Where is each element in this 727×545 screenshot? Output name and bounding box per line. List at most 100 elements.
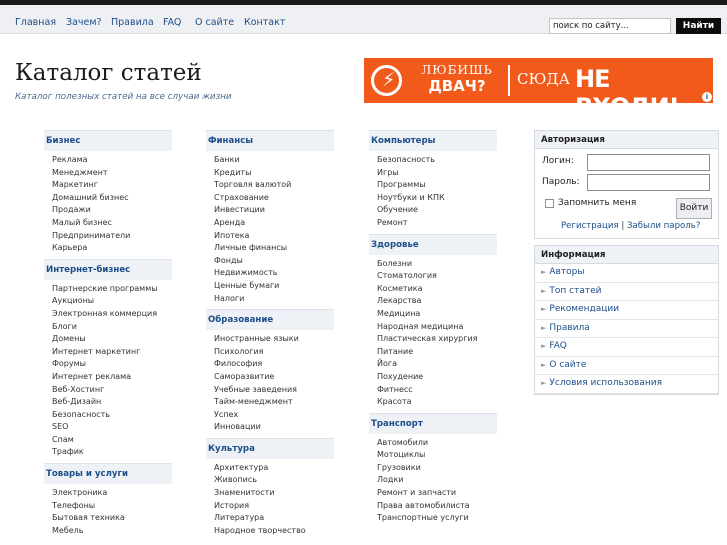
category-item[interactable]: Безопасность <box>52 409 172 422</box>
category-item[interactable]: Маркетинг <box>52 179 172 192</box>
category-item[interactable]: Программы <box>377 179 497 192</box>
category-item[interactable]: Форумы <box>52 358 172 371</box>
category-item[interactable]: Психология <box>214 346 334 359</box>
category-heading[interactable]: Компьютеры <box>369 130 497 151</box>
category-item[interactable]: Инновации <box>214 421 334 434</box>
info-item[interactable]: ► Рекомендации <box>535 301 718 320</box>
category-item[interactable]: Иностранные языки <box>214 333 334 346</box>
category-item[interactable]: Личные финансы <box>214 242 334 255</box>
category-item[interactable]: Лодки <box>377 474 497 487</box>
category-item[interactable]: Обучение <box>377 204 497 217</box>
category-item[interactable]: Веб-Дизайн <box>52 396 172 409</box>
nav-why-link[interactable]: Зачем? <box>66 17 102 28</box>
category-item[interactable]: Автомобили <box>377 437 497 450</box>
category-item[interactable]: Фитнесс <box>377 384 497 397</box>
category-item[interactable]: Игры <box>377 167 497 180</box>
category-item[interactable]: История <box>214 500 334 513</box>
category-item[interactable]: Налоги <box>214 293 334 306</box>
nav-about-link[interactable]: О сайте <box>195 17 234 28</box>
category-item[interactable]: Йога <box>377 358 497 371</box>
category-item[interactable]: Транспортные услуги <box>377 512 497 525</box>
category-item[interactable]: Медицина <box>377 308 497 321</box>
category-item[interactable]: Косметика <box>377 283 497 296</box>
category-item[interactable]: Народная медицина <box>377 321 497 334</box>
category-item[interactable]: Менеджмент <box>52 167 172 180</box>
forgot-password-link[interactable]: Забыли пароль? <box>627 221 700 231</box>
category-item[interactable]: Архитектура <box>214 462 334 475</box>
category-item[interactable]: Аренда <box>214 217 334 230</box>
category-heading[interactable]: Финансы <box>206 130 334 151</box>
category-item[interactable]: Ценные бумаги <box>214 280 334 293</box>
category-item[interactable]: Лекарства <box>377 295 497 308</box>
nav-faq-link[interactable]: FAQ <box>163 17 181 28</box>
nav-rules-link[interactable]: Правила <box>111 17 154 28</box>
nav-home-link[interactable]: Главная <box>15 17 56 28</box>
category-item[interactable]: Красота <box>377 396 497 409</box>
category-item[interactable]: Фонды <box>214 255 334 268</box>
info-item[interactable]: ► FAQ <box>535 338 718 357</box>
password-field[interactable] <box>587 174 710 191</box>
category-item[interactable]: Малый бизнес <box>52 217 172 230</box>
category-item[interactable]: Учебные заведения <box>214 384 334 397</box>
category-item[interactable]: Продажи <box>52 204 172 217</box>
ad-banner[interactable]: ⚡ ЛЮБИШЬ ДВАЧ? СЮДА НЕ ВХОДИ! i <box>364 58 713 103</box>
category-item[interactable]: Мотоциклы <box>377 449 497 462</box>
search-input[interactable]: поиск по сайту... <box>549 18 671 34</box>
ad-info-icon[interactable]: i <box>702 92 712 102</box>
category-item[interactable]: Ремонт и запчасти <box>377 487 497 500</box>
info-item[interactable]: ► Правила <box>535 320 718 338</box>
category-item[interactable]: Инвестиции <box>214 204 334 217</box>
category-item[interactable]: Ноутбуки и КПК <box>377 192 497 205</box>
login-button[interactable]: Войти <box>676 198 712 219</box>
category-item[interactable]: Электроника <box>52 487 172 500</box>
category-item[interactable]: Стоматология <box>377 270 497 283</box>
info-item[interactable]: ► Авторы <box>535 264 718 283</box>
category-item[interactable]: Ипотека <box>214 230 334 243</box>
category-item[interactable]: Страхование <box>214 192 334 205</box>
category-item[interactable]: Права автомобилиста <box>377 500 497 513</box>
category-item[interactable]: Тайм-менеджмент <box>214 396 334 409</box>
category-item[interactable]: Болезни <box>377 258 497 271</box>
category-item[interactable]: Литература <box>214 512 334 525</box>
category-item[interactable]: Домашний бизнес <box>52 192 172 205</box>
category-item[interactable]: Банки <box>214 154 334 167</box>
nav-contact-link[interactable]: Контакт <box>244 17 285 28</box>
category-item[interactable]: Аукционы <box>52 295 172 308</box>
category-item[interactable]: Торговля валютой <box>214 179 334 192</box>
info-item[interactable]: ► Условия использования <box>535 375 718 394</box>
search-button[interactable]: Найти <box>676 18 721 34</box>
category-item[interactable]: Спам <box>52 434 172 447</box>
category-item[interactable]: Успех <box>214 409 334 422</box>
category-heading[interactable]: Товары и услуги <box>44 463 172 485</box>
category-item[interactable]: Саморазвитие <box>214 371 334 384</box>
category-heading[interactable]: Интернет-бизнес <box>44 258 172 280</box>
category-item[interactable]: Интернет маркетинг <box>52 346 172 359</box>
site-title[interactable]: Каталог статей <box>15 60 202 86</box>
category-item[interactable]: Реклама <box>52 154 172 167</box>
remember-checkbox[interactable] <box>545 199 554 208</box>
category-item[interactable]: Грузовики <box>377 462 497 475</box>
category-item[interactable]: Знаменитости <box>214 487 334 500</box>
register-link[interactable]: Регистрация <box>561 221 619 231</box>
category-item[interactable]: Трафик <box>52 446 172 459</box>
info-item[interactable]: ► О сайте <box>535 357 718 375</box>
category-item[interactable]: Пластическая хирургия <box>377 333 497 346</box>
category-item[interactable]: Философия <box>214 358 334 371</box>
category-item[interactable]: Телефоны <box>52 500 172 513</box>
category-item[interactable]: Предприниматели <box>52 230 172 243</box>
category-item[interactable]: Похудение <box>377 371 497 384</box>
category-item[interactable]: Веб-Хостинг <box>52 384 172 397</box>
category-heading[interactable]: Бизнес <box>44 130 172 151</box>
category-item[interactable]: Питание <box>377 346 497 359</box>
login-field[interactable] <box>587 154 710 171</box>
category-item[interactable]: Безопасность <box>377 154 497 167</box>
category-item[interactable]: Ремонт <box>377 217 497 230</box>
category-heading[interactable]: Образование <box>206 309 334 331</box>
category-item[interactable]: Домены <box>52 333 172 346</box>
category-heading[interactable]: Транспорт <box>369 412 497 434</box>
category-item[interactable]: Партнерские программы <box>52 283 172 296</box>
category-item[interactable]: Карьера <box>52 242 172 255</box>
category-item[interactable]: Блоги <box>52 321 172 334</box>
category-item[interactable]: Живопись <box>214 474 334 487</box>
category-item[interactable]: Недвижимость <box>214 267 334 280</box>
